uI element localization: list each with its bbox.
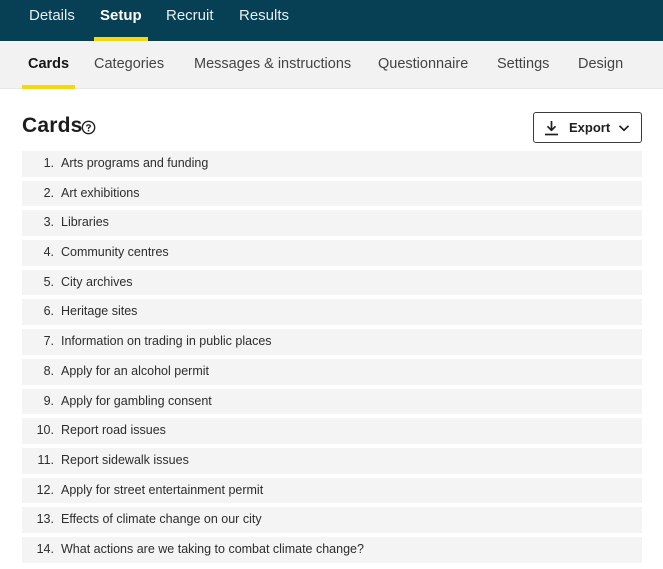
card-item[interactable]: 5. City archives	[22, 269, 642, 296]
help-circle-icon[interactable]	[81, 120, 96, 135]
tab-recruit-label: Recruit	[166, 7, 214, 24]
tab-recruit[interactable]: Recruit	[166, 0, 214, 41]
card-number: 11.	[37, 452, 54, 467]
card-number: 13.	[36, 512, 54, 527]
card-item[interactable]: 14. What actions are we taking to combat…	[22, 536, 642, 563]
card-label: Heritage sites	[61, 304, 138, 319]
card-number: 14.	[36, 541, 54, 556]
card-number: 6.	[43, 304, 54, 319]
subtab-settings-label: Settings	[497, 56, 550, 72]
tab-results-label: Results	[239, 7, 290, 24]
card-item[interactable]: 4. Community centres	[22, 240, 642, 266]
chevron-down-icon	[618, 125, 630, 132]
card-number: 3.	[43, 215, 54, 230]
card-item[interactable]: 1. Arts programs and funding	[22, 151, 642, 177]
subtab-design-label: Design	[578, 56, 624, 72]
card-list: 1. Arts programs and funding 2. Art exhi…	[22, 151, 642, 567]
card-item[interactable]: 8. Apply for an alcohol permit	[22, 358, 642, 385]
tab-details[interactable]: Details	[29, 0, 75, 41]
subtab-questionnaire-label: Questionnaire	[378, 56, 469, 72]
card-number: 10.	[36, 423, 54, 438]
tab-results[interactable]: Results	[239, 0, 289, 41]
top-navigation: Details Setup Recruit Results	[0, 0, 663, 41]
subtab-categories-label: Categories	[94, 56, 165, 72]
card-number: 1.	[43, 156, 54, 170]
subtab-cards[interactable]: Cards	[22, 41, 76, 89]
tab-setup[interactable]: Setup	[94, 0, 148, 41]
subtab-messages-instructions[interactable]: Messages & instructions	[194, 41, 351, 89]
tab-details-label: Details	[29, 7, 75, 24]
tab-setup-label: Setup	[100, 7, 142, 24]
card-label: Community centres	[61, 245, 169, 260]
card-item[interactable]: 10. Report road issues	[22, 418, 642, 444]
card-label: Apply for an alcohol permit	[61, 363, 209, 378]
subtab-design[interactable]: Design	[578, 41, 623, 89]
card-label: What actions are we taking to combat cli…	[61, 541, 364, 556]
card-number: 4.	[43, 245, 54, 260]
card-number: 9.	[43, 393, 54, 408]
download-icon	[545, 121, 558, 136]
card-label: Report sidewalk issues	[61, 452, 189, 467]
export-button[interactable]: Export	[533, 112, 642, 143]
card-item[interactable]: 13. Effects of climate change on our cit…	[22, 507, 642, 533]
card-label: Arts programs and funding	[61, 156, 209, 170]
card-label: Apply for street entertainment permit	[61, 482, 264, 497]
card-item[interactable]: 6. Heritage sites	[22, 299, 642, 326]
card-item[interactable]: 3. Libraries	[22, 210, 642, 237]
card-item[interactable]: 11. Report sidewalk issues	[22, 447, 642, 474]
subtab-questionnaire[interactable]: Questionnaire	[378, 41, 468, 89]
card-label: City archives	[61, 274, 133, 289]
card-label: Effects of climate change on our city	[61, 512, 262, 527]
card-number: 5.	[43, 274, 54, 289]
card-number: 2.	[43, 185, 54, 200]
card-label: Art exhibitions	[61, 185, 140, 200]
card-label: Apply for gambling consent	[61, 393, 212, 408]
card-item[interactable]: 9. Apply for gambling consent	[22, 388, 642, 415]
card-item[interactable]: 12. Apply for street entertainment permi…	[22, 477, 642, 504]
card-item[interactable]: 7. Information on trading in public plac…	[22, 329, 642, 355]
card-label: Report road issues	[61, 423, 166, 438]
subtab-categories[interactable]: Categories	[94, 41, 164, 89]
subtab-messages-label: Messages & instructions	[194, 56, 352, 72]
subtab-cards-label: Cards	[28, 56, 70, 72]
card-label: Information on trading in public places	[61, 334, 272, 349]
sub-navigation: Cards Categories Messages & instructions…	[0, 41, 663, 89]
card-label: Libraries	[61, 215, 109, 230]
card-number: 12.	[36, 482, 54, 497]
card-number: 7.	[43, 334, 54, 349]
export-button-label: Export	[569, 120, 611, 135]
card-item[interactable]: 2. Art exhibitions	[22, 180, 642, 207]
page-title: Cards	[22, 114, 83, 137]
card-number: 8.	[43, 363, 54, 378]
subtab-settings[interactable]: Settings	[497, 41, 549, 89]
active-subtab-indicator	[22, 85, 76, 89]
